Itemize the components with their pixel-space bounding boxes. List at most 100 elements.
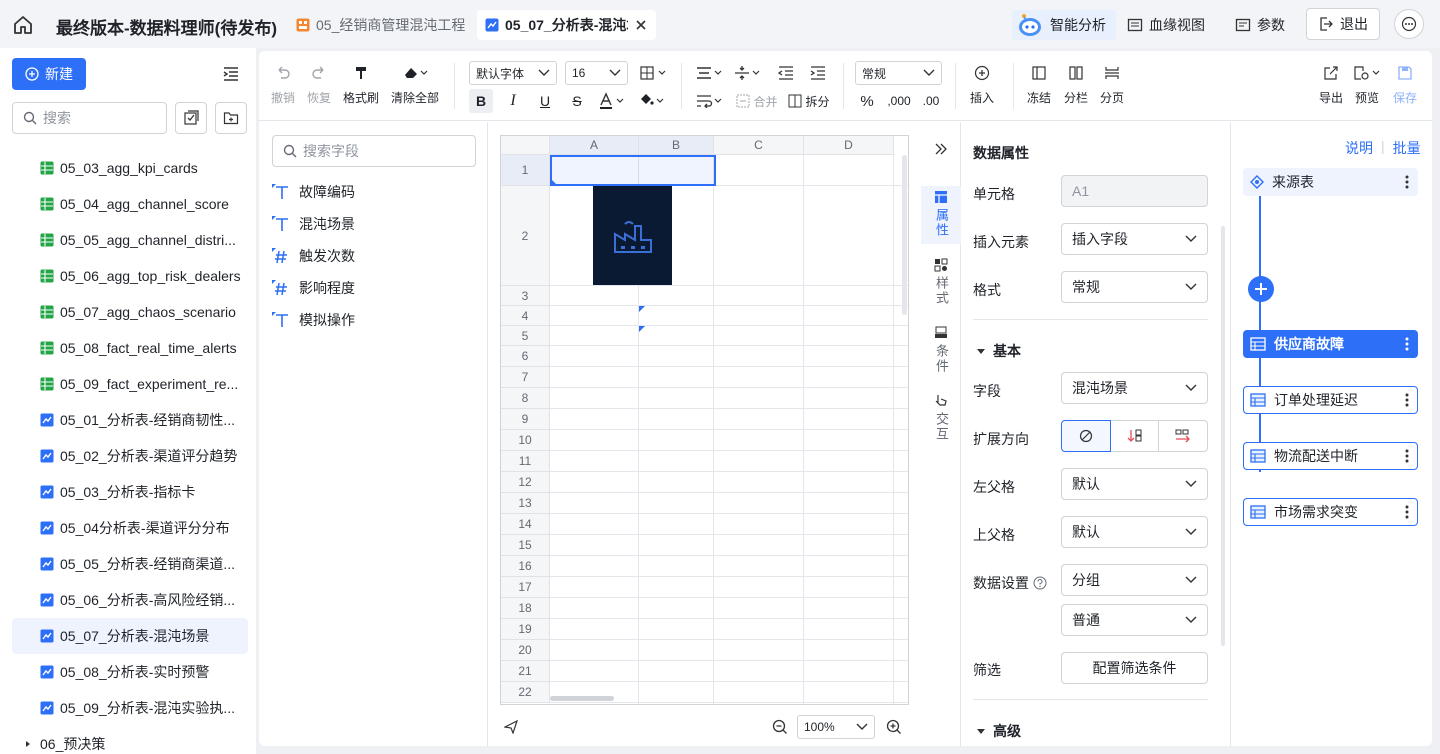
sidebar-file-item[interactable]: 05_06_分析表-高风险经销... — [12, 582, 248, 618]
number-format-select[interactable]: 常规 — [855, 61, 942, 85]
expand-none-icon[interactable] — [1061, 420, 1111, 452]
save-button[interactable]: 保存 — [1393, 63, 1417, 106]
row-header[interactable]: 8 — [501, 388, 550, 409]
sheet-horizontal-scrollbar[interactable] — [550, 696, 614, 701]
more-vertical-icon[interactable] — [1405, 174, 1409, 190]
row-header[interactable]: 17 — [501, 577, 550, 598]
undo-button[interactable]: 撤销 — [271, 63, 295, 106]
expand-panel-icon[interactable] — [934, 142, 948, 156]
row-header[interactable]: 4 — [501, 306, 550, 326]
sidebar-file-item[interactable]: 05_07_分析表-混沌场景 — [12, 618, 248, 654]
sidebar-file-item[interactable]: 05_09_fact_experiment_re... — [12, 366, 248, 402]
sidebar-file-item[interactable]: 05_04分析表-渠道评分分布 — [12, 510, 248, 546]
side-tab[interactable]: 条件 — [921, 322, 961, 380]
sidebar-file-item[interactable]: 05_08_fact_real_time_alerts — [12, 330, 248, 366]
row-header[interactable]: 5 — [501, 326, 550, 346]
lineage-node[interactable]: 物流配送中断 — [1243, 442, 1418, 470]
advanced-section-toggle[interactable]: 高级 — [977, 721, 1021, 741]
freeze-button[interactable]: 冻结 — [1027, 63, 1051, 106]
filter-config-button[interactable]: 配置筛选条件 — [1061, 652, 1208, 684]
sidebar-file-item[interactable]: 05_05_agg_channel_distri... — [12, 222, 248, 258]
expand-vertical-icon[interactable] — [1110, 420, 1160, 452]
underline-icon[interactable]: U — [533, 89, 557, 113]
row-header[interactable]: 2 — [501, 186, 550, 286]
spreadsheet-grid[interactable]: A B C D 1 2 3 4 5 6 7 8 9 10 11 12 13 14 15 16 17 18 19 20 21 22 — [500, 135, 909, 705]
percent-button[interactable]: % — [857, 89, 877, 113]
exit-button[interactable]: 退出 — [1306, 8, 1380, 40]
row-header[interactable]: 18 — [501, 598, 550, 619]
batch-link[interactable]: 批量 — [1393, 138, 1421, 158]
lineage-source-node[interactable]: 来源表 — [1243, 168, 1418, 196]
tab-chaos-scenario[interactable]: 05_07_分析表-混沌场景 — [477, 10, 656, 40]
italic-icon[interactable]: I — [501, 89, 525, 113]
sidebar-file-item[interactable]: 05_03_分析表-指标卡 — [12, 474, 248, 510]
row-header[interactable]: 16 — [501, 556, 550, 577]
top-parent-select[interactable]: 默认 — [1061, 516, 1208, 548]
lineage-node[interactable]: 市场需求突变 — [1243, 498, 1418, 526]
field-item[interactable]: 触发次数 — [271, 240, 355, 272]
column-header[interactable]: B — [639, 136, 714, 155]
lineage-node[interactable]: 供应商故障 — [1243, 330, 1418, 358]
bold-icon[interactable]: B — [469, 89, 493, 113]
side-tab[interactable]: 样式 — [921, 254, 961, 312]
row-header[interactable]: 7 — [501, 367, 550, 388]
format-select[interactable]: 常规 — [1061, 271, 1208, 303]
row-header[interactable]: 3 — [501, 286, 550, 306]
sidebar-file-item[interactable]: 05_03_agg_kpi_cards — [12, 150, 248, 186]
lineage-node[interactable]: 订单处理延迟 — [1243, 386, 1418, 414]
data-setting-mode-select[interactable]: 普通 — [1061, 604, 1208, 636]
increase-indent-icon[interactable] — [807, 61, 829, 85]
new-folder-icon[interactable] — [215, 102, 247, 134]
row-header[interactable]: 12 — [501, 472, 550, 493]
row-header[interactable]: 9 — [501, 409, 550, 430]
send-icon[interactable] — [504, 720, 518, 734]
row-header[interactable]: 10 — [501, 430, 550, 451]
more-icon[interactable] — [1394, 9, 1424, 39]
tab-dealer-management[interactable]: 05_经销商管理混沌工程 — [288, 10, 473, 40]
row-header[interactable]: 21 — [501, 661, 550, 682]
column-header[interactable]: C — [714, 136, 804, 155]
font-color-icon[interactable] — [597, 89, 629, 113]
side-tab[interactable]: 交互 — [921, 390, 961, 448]
more-vertical-icon[interactable] — [1405, 504, 1409, 520]
row-header[interactable]: 19 — [501, 619, 550, 640]
left-parent-select[interactable]: 默认 — [1061, 468, 1208, 500]
close-icon[interactable] — [634, 18, 648, 32]
help-link[interactable]: 说明 — [1345, 138, 1373, 158]
format-painter-button[interactable]: 格式刷 — [343, 63, 379, 106]
help-icon[interactable] — [1033, 576, 1047, 590]
insert-element-select[interactable]: 插入字段 — [1061, 223, 1208, 255]
lineage-view-button[interactable]: 血缘视图 — [1127, 10, 1205, 40]
vertical-align-icon[interactable] — [733, 61, 765, 85]
expand-horizontal-icon[interactable] — [1159, 420, 1209, 452]
columns-button[interactable]: 分栏 — [1064, 63, 1088, 106]
data-setting-select[interactable]: 分组 — [1061, 564, 1208, 596]
decimals-button[interactable]: .00 — [919, 89, 943, 113]
sheet-vertical-scrollbar[interactable] — [902, 155, 907, 315]
row-header[interactable]: 13 — [501, 493, 550, 514]
row-header[interactable]: 22 — [501, 682, 550, 703]
export-button[interactable]: 导出 — [1319, 63, 1343, 106]
preview-button[interactable]: 预览 — [1353, 63, 1381, 106]
row-header[interactable]: 1 — [501, 155, 550, 186]
column-header[interactable]: A — [550, 136, 639, 155]
row-header[interactable]: 15 — [501, 535, 550, 556]
redo-button[interactable]: 恢复 — [307, 63, 331, 106]
column-header[interactable]: D — [804, 136, 894, 155]
field-select[interactable]: 混沌场景 — [1061, 372, 1208, 404]
sidebar-file-item[interactable]: 05_05_分析表-经销商渠道... — [12, 546, 248, 582]
more-vertical-icon[interactable] — [1405, 448, 1409, 464]
horizontal-align-icon[interactable] — [695, 61, 727, 85]
more-vertical-icon[interactable] — [1405, 392, 1409, 408]
checklist-icon[interactable] — [175, 102, 207, 134]
folder-item[interactable]: 06_预决策 — [24, 734, 105, 754]
home-icon[interactable] — [12, 14, 34, 36]
field-item[interactable]: 影响程度 — [271, 272, 355, 304]
zoom-out-icon[interactable] — [772, 719, 788, 735]
more-vertical-icon[interactable] — [1405, 336, 1409, 352]
sidebar-file-item[interactable]: 05_04_agg_channel_score — [12, 186, 248, 222]
sidebar-search-input[interactable]: 搜索 — [12, 102, 167, 134]
properties-scrollbar[interactable] — [1221, 226, 1225, 646]
basic-section-toggle[interactable]: 基本 — [977, 341, 1021, 361]
field-search-input[interactable]: 搜索字段 — [272, 135, 476, 167]
